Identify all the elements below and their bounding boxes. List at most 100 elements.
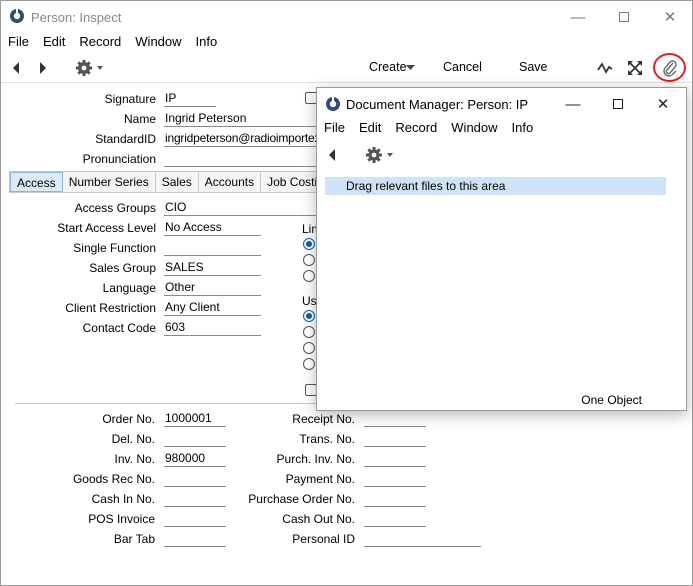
dm-menu-edit[interactable]: Edit [352, 119, 388, 139]
tab-accounts[interactable]: Accounts [199, 172, 262, 192]
gear-icon[interactable] [75, 59, 105, 77]
bar-tab-field[interactable] [164, 531, 226, 547]
tab-sales[interactable]: Sales [156, 172, 199, 192]
cancel-button[interactable]: Cancel [443, 60, 482, 74]
activity-icon[interactable] [597, 61, 613, 75]
purchase-order-no-field[interactable] [364, 491, 426, 507]
use-radio-4[interactable] [303, 358, 315, 370]
create-button[interactable]: Create [369, 60, 407, 74]
personal-id-field[interactable] [364, 531, 481, 547]
tab-number-series[interactable]: Number Series [63, 172, 156, 192]
section-divider [15, 403, 325, 404]
inv-no-field[interactable]: 980000 [164, 451, 226, 467]
close-icon[interactable]: ✕ [655, 6, 685, 28]
menu-file[interactable]: File [1, 33, 36, 53]
limit-radio-3[interactable] [303, 270, 315, 282]
use-radio-1[interactable] [303, 310, 315, 322]
cash-out-no-label: Cash Out No. [282, 512, 355, 526]
purch-inv-no-label: Purch. Inv. No. [276, 452, 355, 466]
app-logo-icon [326, 97, 340, 111]
limit-radio-1[interactable] [303, 238, 315, 250]
file-drop-area[interactable]: Drag relevant files to this area [325, 177, 666, 195]
gear-icon[interactable] [365, 146, 395, 164]
app-logo-icon [10, 9, 24, 23]
access-groups-label: Access Groups [74, 201, 156, 215]
receipt-no-label: Receipt No. [292, 412, 355, 426]
goods-rec-no-field[interactable] [164, 471, 226, 487]
bar-tab-label: Bar Tab [113, 532, 155, 546]
start-access-level-label: Start Access Level [57, 221, 156, 235]
purch-inv-no-field[interactable] [364, 451, 426, 467]
dm-menu-file[interactable]: File [317, 119, 352, 139]
dm-toolbar [317, 140, 686, 170]
tab-access[interactable]: Access [10, 172, 63, 192]
receipt-no-field[interactable] [364, 411, 426, 427]
pos-invoice-field[interactable] [164, 511, 226, 527]
title-bar: Person: Inspect — ✕ [1, 1, 692, 33]
limit-radio-2[interactable] [303, 254, 315, 266]
maximize-icon[interactable] [609, 6, 639, 28]
menu-bar: File Edit Record Window Info [1, 33, 692, 53]
language-label: Language [102, 281, 156, 295]
client-restriction-label: Client Restriction [65, 301, 156, 315]
menu-edit[interactable]: Edit [36, 33, 72, 53]
next-record-icon[interactable] [38, 61, 48, 75]
order-no-label: Order No. [102, 412, 155, 426]
back-icon[interactable] [327, 148, 337, 162]
goods-rec-no-label: Goods Rec No. [72, 472, 155, 486]
tab-strip: Access Number Series Sales Accounts Job … [9, 171, 362, 193]
name-field[interactable]: Ingrid Peterson [164, 111, 316, 127]
language-field[interactable]: Other [164, 280, 261, 296]
contact-code-field[interactable]: 603 [164, 320, 261, 336]
sales-group-field[interactable]: SALES [164, 260, 261, 276]
cash-in-no-field[interactable] [164, 491, 226, 507]
trans-no-label: Trans. No. [299, 432, 355, 446]
del-no-field[interactable] [164, 431, 226, 447]
use-radio-2[interactable] [303, 326, 315, 338]
pronunciation-field[interactable] [164, 151, 316, 167]
standardid-field[interactable]: ingridpeterson@radioimportexpo [164, 131, 316, 147]
personal-id-label: Personal ID [292, 532, 355, 546]
name-label: Name [123, 112, 156, 126]
menu-info[interactable]: Info [189, 33, 225, 53]
inv-no-label: Inv. No. [114, 452, 155, 466]
dm-menu-record[interactable]: Record [388, 119, 444, 139]
single-function-field[interactable] [164, 240, 261, 256]
save-button[interactable]: Save [519, 60, 548, 74]
signature-field[interactable]: IP [164, 91, 216, 107]
trans-no-field[interactable] [364, 431, 426, 447]
order-no-field[interactable]: 1000001 [164, 411, 226, 427]
window-title: Person: Inspect [31, 10, 122, 25]
menu-record[interactable]: Record [72, 33, 128, 53]
maximize-icon[interactable] [603, 93, 633, 115]
cash-out-no-field[interactable] [364, 511, 426, 527]
attachment-highlight-ring [653, 53, 686, 82]
menu-window[interactable]: Window [128, 33, 188, 53]
access-groups-field[interactable]: CIO [164, 200, 316, 216]
dm-window-title: Document Manager: Person: IP [346, 97, 529, 112]
standardid-label: StandardID [95, 132, 156, 146]
dm-title-bar: Document Manager: Person: IP — ✕ [317, 88, 686, 120]
document-manager-window: Document Manager: Person: IP — ✕ File Ed… [316, 87, 687, 411]
pronunciation-label: Pronunciation [82, 152, 156, 166]
minimize-icon[interactable]: — [558, 93, 588, 115]
client-restriction-field[interactable]: Any Client [164, 300, 261, 316]
purchase-order-no-label: Purchase Order No. [248, 492, 355, 506]
use-radio-3[interactable] [303, 342, 315, 354]
payment-no-label: Payment No. [285, 472, 355, 486]
dm-menu-info[interactable]: Info [505, 119, 541, 139]
cash-in-no-label: Cash In No. [91, 492, 155, 506]
minimize-icon[interactable]: — [563, 6, 593, 28]
contact-code-label: Contact Code [82, 321, 156, 335]
previous-record-icon[interactable] [11, 61, 21, 75]
object-count-status: One Object [581, 393, 642, 407]
toolbar: Create Cancel Save [1, 53, 692, 83]
dm-menu-window[interactable]: Window [444, 119, 504, 139]
payment-no-field[interactable] [364, 471, 426, 487]
chevron-down-icon[interactable] [406, 65, 415, 71]
close-icon[interactable]: ✕ [648, 93, 678, 115]
dm-menu-bar: File Edit Record Window Info [317, 119, 686, 139]
start-access-level-field[interactable]: No Access [164, 220, 261, 236]
expand-icon[interactable] [627, 60, 643, 76]
signature-label: Signature [104, 92, 156, 106]
